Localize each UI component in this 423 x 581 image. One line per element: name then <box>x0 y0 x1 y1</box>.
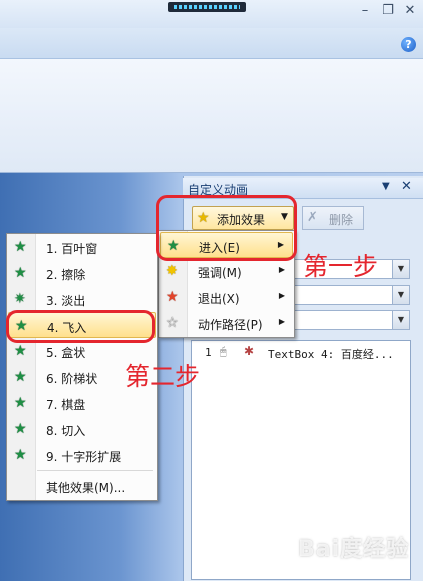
mouse-click-icon: 🖱 <box>220 345 227 358</box>
menu-item-label: 动作路径(P) <box>198 318 263 332</box>
chevron-down-icon: ▼ <box>392 286 409 304</box>
entrance-star-icon: ★ <box>14 447 27 463</box>
menu-item-fly-in[interactable]: ★ 4. 飞入 <box>8 312 156 338</box>
menu-item-label: 1. 百叶窗 <box>46 242 98 256</box>
menu-item-exit[interactable]: ★ 退出(X) ▶ <box>160 284 293 310</box>
entrance-star-icon: ★ <box>14 265 27 281</box>
entrance-star-icon: ★ <box>14 239 27 255</box>
menu-item-label: 强调(M) <box>198 266 242 280</box>
menu-item-label: 退出(X) <box>198 292 240 306</box>
menu-item-label: 6. 阶梯状 <box>46 372 98 386</box>
pane-options-icon[interactable]: ▼ <box>382 181 390 192</box>
menu-item-plus[interactable]: ★ 9. 十字形扩展 <box>8 442 156 468</box>
animation-index: 1 <box>205 346 212 359</box>
menu-item-motion-path[interactable]: ☆ 动作路径(P) ▶ <box>160 310 293 336</box>
step2-annotation: 第二步 <box>125 362 201 391</box>
menu-item-label: 5. 盒状 <box>46 346 86 360</box>
star-yellow-icon: ★ <box>197 210 210 226</box>
entrance-star-icon: ★ <box>14 421 27 437</box>
menu-item-label: 进入(E) <box>199 241 240 255</box>
star-yellow-icon: ✸ <box>166 263 178 279</box>
help-icon[interactable]: ? <box>401 37 416 52</box>
menu-item-entrance[interactable]: ★ 进入(E) ▶ <box>160 232 293 258</box>
step1-annotation: 第一步 <box>303 252 379 281</box>
chevron-right-icon: ▶ <box>278 317 285 326</box>
minimize-icon[interactable]: – <box>357 3 373 19</box>
star-outline-icon: ☆ <box>166 315 179 331</box>
pane-title: 自定义动画 <box>188 183 249 197</box>
restore-icon[interactable]: ❐ <box>380 3 396 19</box>
menu-item-label: 4. 飞入 <box>47 321 87 335</box>
star-red-icon: ★ <box>166 289 179 305</box>
pane-close-icon[interactable]: ✕ <box>401 179 412 194</box>
menu-separator <box>37 470 153 471</box>
ribbon-tabs <box>0 28 423 59</box>
menu-item-label: 7. 棋盘 <box>46 398 86 412</box>
menu-item-wipe[interactable]: ★ 2. 擦除 <box>8 260 156 286</box>
delete-star-icon: ✗ <box>307 210 318 225</box>
chevron-down-icon: ▼ <box>281 212 288 222</box>
close-icon[interactable]: ✕ <box>402 3 418 19</box>
chevron-right-icon: ▶ <box>278 265 285 274</box>
chevron-right-icon: ▶ <box>278 291 285 300</box>
add-effect-button[interactable]: ★ 添加效果 ▼ <box>192 206 294 230</box>
menu-item-checkerboard[interactable]: ★ 7. 棋盘 <box>8 390 156 416</box>
menu-item-fade[interactable]: ✷ 3. 淡出 <box>8 286 156 312</box>
menu-item-label: 3. 淡出 <box>46 294 86 308</box>
menu-item-label: 2. 擦除 <box>46 268 86 282</box>
entrance-star-icon: ✷ <box>14 291 26 307</box>
title-bar-handle <box>168 2 246 12</box>
chevron-down-icon: ▼ <box>392 311 409 329</box>
entrance-star-icon: ★ <box>14 343 27 359</box>
menu-item-label: 8. 切入 <box>46 424 86 438</box>
menu-item-blinds[interactable]: ★ 1. 百叶窗 <box>8 234 156 260</box>
menu-item-label: 其他效果(M)... <box>46 481 126 495</box>
ribbon-body <box>0 59 423 173</box>
watermark: Bai度经验 <box>298 537 410 562</box>
star-green-icon: ★ <box>167 238 180 254</box>
fly-in-star-icon: ★ <box>15 318 28 334</box>
menu-item-label: 9. 十字形扩展 <box>46 450 122 464</box>
chevron-right-icon: ▶ <box>277 240 284 249</box>
chevron-down-icon: ▼ <box>392 260 409 278</box>
delete-label: 删除 <box>329 213 354 227</box>
add-effect-submenu: ★ 进入(E) ▶ ✸ 强调(M) ▶ ★ 退出(X) ▶ ☆ 动作路径(P) … <box>158 230 295 338</box>
entrance-star-icon: ★ <box>14 369 27 385</box>
fly-in-effect-icon: ✱ <box>244 344 255 358</box>
entrance-star-icon: ★ <box>14 395 27 411</box>
menu-item-more-effects[interactable]: 其他效果(M)... <box>8 473 156 499</box>
property-select[interactable]: ▼ <box>292 285 410 305</box>
animation-item-text[interactable]: TextBox 4: 百度经... <box>268 346 394 362</box>
menu-item-emphasis[interactable]: ✸ 强调(M) ▶ <box>160 258 293 284</box>
menu-item-peek-in[interactable]: ★ 8. 切入 <box>8 416 156 442</box>
add-effect-label: 添加效果 <box>217 213 266 227</box>
delete-button[interactable]: ✗ 删除 <box>302 206 364 230</box>
speed-select[interactable]: ▼ <box>292 310 410 330</box>
